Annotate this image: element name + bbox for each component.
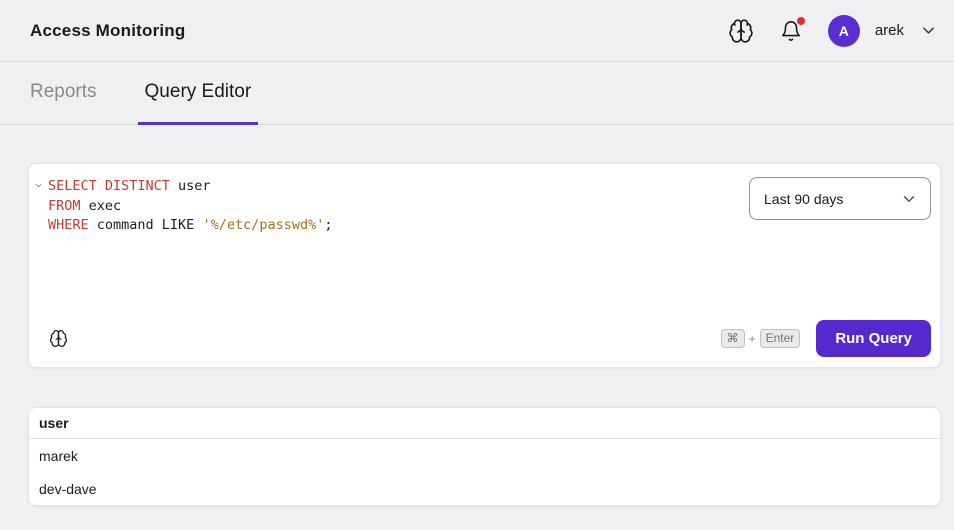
cell-user: dev-dave — [39, 481, 97, 497]
enter-keycap: Enter — [760, 329, 801, 348]
main-content: SELECT DISTINCT user FROM exec WHERE com… — [0, 125, 954, 506]
editor-footer: ⌘ + Enter Run Query — [49, 320, 931, 357]
plus-separator: + — [749, 332, 756, 346]
notification-bell-icon[interactable] — [780, 20, 802, 42]
page-title: Access Monitoring — [30, 21, 185, 41]
tab-reports[interactable]: Reports — [23, 62, 104, 125]
app-header: Access Monitoring A arek — [0, 0, 954, 62]
chevron-down-icon[interactable] — [919, 21, 938, 40]
sql-line: WHERE command LIKE '%/etc/passwd%'; — [48, 217, 333, 233]
cell-user: marek — [39, 448, 78, 464]
time-range-value: Last 90 days — [764, 191, 843, 207]
user-menu: A arek — [828, 15, 938, 47]
brain-icon[interactable] — [49, 329, 68, 348]
table-row[interactable]: marek — [29, 439, 940, 472]
sql-line: FROM exec — [48, 198, 121, 214]
column-header-user: user — [39, 415, 69, 431]
table-row[interactable]: dev-dave — [29, 472, 940, 505]
brain-icon[interactable] — [728, 18, 754, 44]
results-table: user marek dev-dave — [28, 407, 941, 506]
run-query-button[interactable]: Run Query — [816, 320, 931, 357]
avatar[interactable]: A — [828, 15, 860, 47]
run-area: ⌘ + Enter Run Query — [721, 320, 931, 357]
tab-query-editor[interactable]: Query Editor — [138, 62, 259, 125]
code-fold-chevron-icon[interactable] — [29, 177, 48, 190]
query-editor-panel: SELECT DISTINCT user FROM exec WHERE com… — [28, 163, 941, 368]
cmd-keycap: ⌘ — [721, 329, 745, 348]
tab-bar: Reports Query Editor — [0, 62, 954, 125]
editor-top: SELECT DISTINCT user FROM exec WHERE com… — [29, 164, 940, 236]
results-column-header: user — [29, 408, 940, 439]
sql-code-editor[interactable]: SELECT DISTINCT user FROM exec WHERE com… — [48, 177, 749, 236]
user-name: arek — [875, 22, 904, 39]
time-range-dropdown[interactable]: Last 90 days — [749, 177, 931, 220]
keyboard-shortcut-hint: ⌘ + Enter — [721, 329, 801, 348]
header-actions: A arek — [728, 15, 938, 47]
sql-line: SELECT DISTINCT user — [48, 178, 211, 194]
chevron-down-icon — [900, 190, 918, 208]
notification-dot — [797, 17, 805, 25]
